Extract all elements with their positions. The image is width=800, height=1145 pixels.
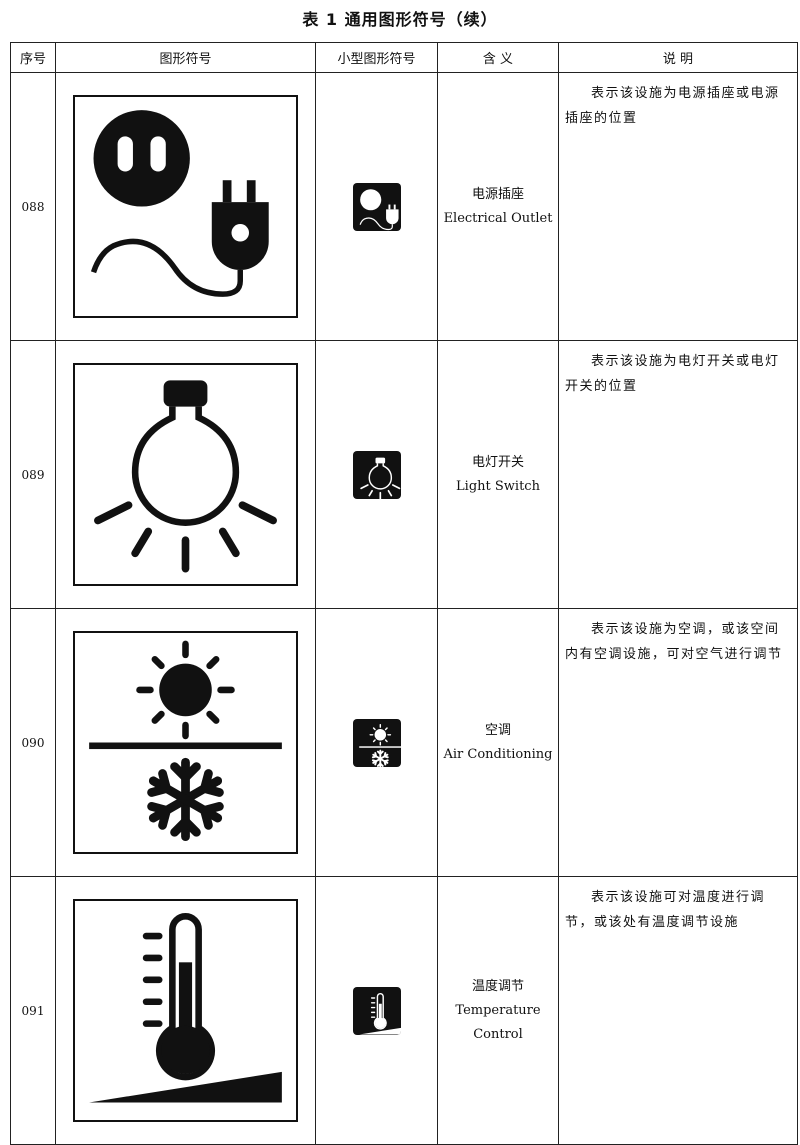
- description-cell: 表示该设施为电源插座或电源插座的位置: [558, 72, 798, 341]
- meaning-cell: 温度调节 Temperature Control: [437, 876, 559, 1145]
- table-row: 089 电灯开关 Light Switch 表示该设施为电灯开关或电灯开关的位置: [10, 340, 798, 609]
- meaning-zh: 电灯开关: [471, 454, 524, 470]
- header-small-symbol: 小型图形符号: [315, 42, 438, 73]
- small-symbol-cell: [315, 608, 438, 877]
- small-symbol-cell: [315, 876, 438, 1145]
- row-number: 090: [10, 608, 56, 877]
- table-row: 088 电源插座 Electrical Outlet 表示该设施为电源插座或电源插…: [10, 72, 798, 341]
- header-number: 序号: [10, 42, 56, 73]
- meaning-en: Electrical Outlet: [443, 210, 553, 226]
- small-thermometer-icon: [352, 986, 401, 1035]
- meaning-cell: 电源插座 Electrical Outlet: [437, 72, 559, 341]
- table-title: 表 1 通用图形符号（续）: [302, 10, 498, 29]
- meaning-zh: 温度调节: [471, 978, 524, 994]
- meaning-zh: 空调: [484, 722, 511, 738]
- meaning-en: Air Conditioning: [443, 746, 553, 762]
- symbol-cell: [55, 608, 316, 877]
- description-cell: 表示该设施为空调，或该空间内有空调设施，可对空气进行调节: [558, 608, 798, 877]
- header-meaning: 含 义: [437, 42, 559, 73]
- air-conditioning-icon: [73, 631, 298, 854]
- small-light-bulb-icon: [352, 450, 401, 499]
- meaning-en: Light Switch: [456, 478, 540, 494]
- meaning-cell: 电灯开关 Light Switch: [437, 340, 559, 609]
- row-number: 089: [10, 340, 56, 609]
- row-number: 088: [10, 72, 56, 341]
- meaning-zh: 电源插座: [471, 186, 524, 202]
- header-description: 说 明: [558, 42, 798, 73]
- small-air-conditioning-icon: [352, 718, 401, 767]
- symbol-cell: [55, 340, 316, 609]
- description-cell: 表示该设施为电灯开关或电灯开关的位置: [558, 340, 798, 609]
- small-symbol-cell: [315, 72, 438, 341]
- electrical-outlet-icon: [73, 95, 298, 318]
- thermometer-icon: [73, 899, 298, 1122]
- symbol-cell: [55, 876, 316, 1145]
- small-electrical-outlet-icon: [352, 182, 401, 231]
- meaning-cell: 空调 Air Conditioning: [437, 608, 559, 877]
- table-row: 090 空调 Air Conditioning 表示该设施为空调，或该空间内有空调…: [10, 608, 798, 877]
- symbol-table: 序号 图形符号 小型图形符号 含 义 说 明 088 电源插座 Electrica…: [10, 42, 798, 1145]
- table-header: 序号 图形符号 小型图形符号 含 义 说 明: [10, 42, 798, 73]
- table-row: 091 温度调节 Temperature Control 表示该设施可对温度进行调…: [10, 876, 798, 1145]
- row-number: 091: [10, 876, 56, 1145]
- symbol-cell: [55, 72, 316, 341]
- header-symbol: 图形符号: [55, 42, 316, 73]
- light-bulb-icon: [73, 363, 298, 586]
- meaning-en: Temperature Control: [455, 1002, 541, 1042]
- description-cell: 表示该设施可对温度进行调节，或该处有温度调节设施: [558, 876, 798, 1145]
- small-symbol-cell: [315, 340, 438, 609]
